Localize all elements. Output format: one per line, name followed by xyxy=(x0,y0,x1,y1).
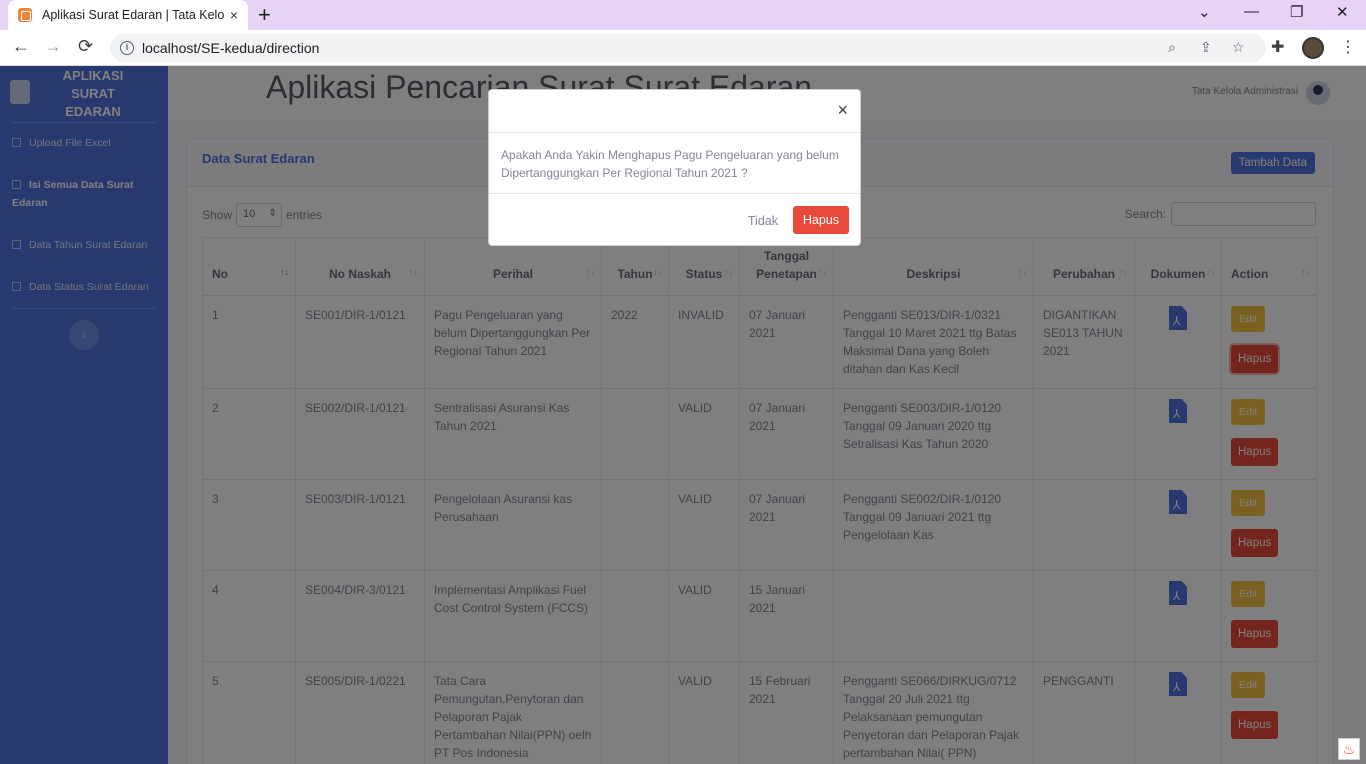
minimize-button[interactable]: — xyxy=(1244,3,1259,20)
confirm-delete-button[interactable]: Hapus xyxy=(792,206,849,234)
address-bar[interactable]: i localhost/SE-kedua/direction xyxy=(110,34,1266,62)
browser-tab[interactable]: Aplikasi Surat Edaran | Tata Kelola Admi… xyxy=(8,0,248,30)
cancel-button[interactable]: Tidak xyxy=(748,214,778,228)
bookmark-star-icon[interactable]: ☆ xyxy=(1232,39,1245,56)
browser-tabbar: Aplikasi Surat Edaran | Tata Kelola Admi… xyxy=(0,0,1366,30)
share-icon[interactable]: ⇪ xyxy=(1200,39,1212,56)
url-text[interactable]: localhost/SE-kedua/direction xyxy=(142,40,319,56)
profile-avatar[interactable] xyxy=(1302,37,1324,59)
reload-icon[interactable]: ⟳ xyxy=(78,36,93,57)
tab-close-icon[interactable]: × xyxy=(230,7,238,23)
modal-footer: Tidak Hapus xyxy=(489,194,860,246)
browser-menu-icon[interactable]: ⋮ xyxy=(1340,37,1356,57)
modal-message: Apakah Anda Yakin Menghapus Pagu Pengelu… xyxy=(489,133,860,194)
forward-icon[interactable]: → xyxy=(44,36,62,57)
delete-confirm-modal: × Apakah Anda Yakin Menghapus Pagu Penge… xyxy=(488,89,861,246)
modal-header: × xyxy=(489,90,860,133)
app-favicon-icon xyxy=(18,8,32,22)
fire-icon[interactable]: ♨ xyxy=(1338,738,1360,760)
site-info-icon[interactable]: i xyxy=(120,41,134,55)
new-tab-button[interactable]: + xyxy=(258,2,271,28)
browser-toolbar: ← → ⟳ i localhost/SE-kedua/direction ⌕ ⇪… xyxy=(0,30,1366,66)
tab-search-icon[interactable]: ⌄ xyxy=(1198,3,1211,21)
close-window-button[interactable]: ✕ xyxy=(1336,3,1349,21)
back-icon[interactable]: ← xyxy=(12,36,30,57)
zoom-icon[interactable]: ⌕ xyxy=(1168,39,1176,56)
tab-title: Aplikasi Surat Edaran | Tata Kelola Admi… xyxy=(42,8,224,22)
restore-button[interactable]: ❐ xyxy=(1290,3,1303,21)
close-icon[interactable]: × xyxy=(837,100,848,121)
extensions-puzzle-icon[interactable]: ✚ xyxy=(1271,37,1284,57)
